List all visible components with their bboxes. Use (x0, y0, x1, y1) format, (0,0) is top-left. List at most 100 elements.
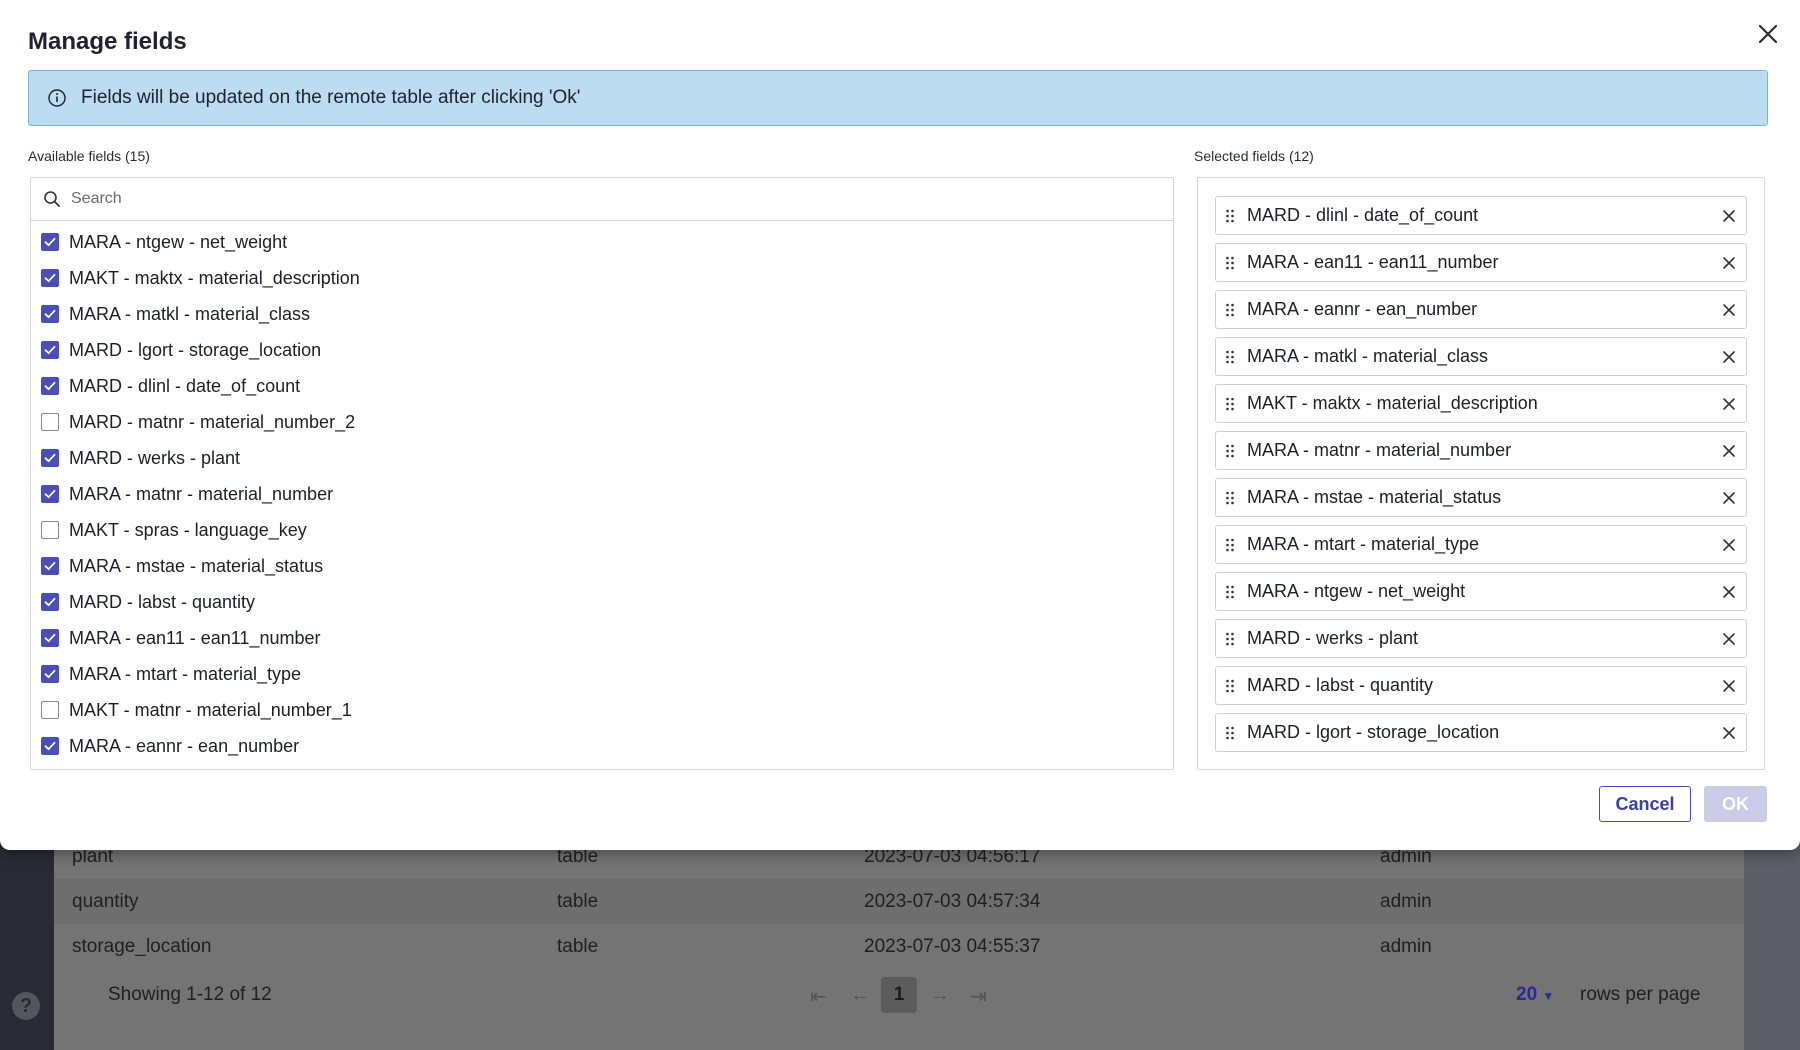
checkmark-icon (44, 381, 56, 391)
selected-field-chip[interactable]: MARD - labst - quantity (1215, 666, 1747, 705)
checkbox-checked[interactable] (41, 377, 59, 395)
available-field-item[interactable]: MARA - ean11 - ean11_number (31, 620, 1173, 656)
selected-field-chip[interactable]: MARA - matnr - material_number (1215, 431, 1747, 470)
checkbox-unchecked[interactable] (41, 701, 59, 719)
selected-field-chip[interactable]: MAKT - maktx - material_description (1215, 384, 1747, 423)
available-fields-list: MARA - ntgew - net_weight MAKT - maktx - … (31, 224, 1173, 764)
checkbox-checked[interactable] (41, 269, 59, 287)
current-page[interactable]: 1 (881, 977, 917, 1013)
prev-page-icon[interactable]: ← (850, 984, 870, 1007)
remove-icon[interactable] (1720, 207, 1738, 225)
available-field-item[interactable]: MARD - matnr - material_number_2 (31, 404, 1173, 440)
selected-fields-panel: MARD - dlinl - date_of_count MARA - ean11… (1197, 177, 1765, 770)
checkmark-icon (44, 237, 56, 247)
drag-handle-icon[interactable] (1225, 255, 1235, 271)
help-icon[interactable]: ? (12, 992, 40, 1020)
checkmark-icon (44, 273, 56, 283)
available-field-item[interactable]: MAKT - maktx - material_description (31, 260, 1173, 296)
rows-per-page-select[interactable]: 20 ▼ (1516, 984, 1554, 1006)
available-field-label: MARD - labst - quantity (69, 591, 256, 612)
checkmark-icon (44, 561, 56, 571)
ok-button[interactable]: OK (1704, 786, 1767, 822)
remove-icon[interactable] (1720, 724, 1738, 742)
available-field-label: MARD - werks - plant (69, 447, 241, 468)
selected-field-label: MARA - mstae - material_status (1247, 487, 1502, 507)
available-field-item[interactable]: MARD - werks - plant (31, 440, 1173, 476)
selected-field-chip[interactable]: MARA - mtart - material_type (1215, 525, 1747, 564)
checkbox-checked[interactable] (41, 737, 59, 755)
drag-handle-icon[interactable] (1225, 349, 1235, 365)
available-field-label: MARD - dlinl - date_of_count (69, 375, 301, 396)
available-field-item[interactable]: MARA - matkl - material_class (31, 296, 1173, 332)
selected-field-chip[interactable]: MARD - dlinl - date_of_count (1215, 196, 1747, 235)
close-icon[interactable] (1752, 18, 1784, 50)
available-field-item[interactable]: MARD - dlinl - date_of_count (31, 368, 1173, 404)
selected-field-chip[interactable]: MARA - ntgew - net_weight (1215, 572, 1747, 611)
selected-field-label: MARD - lgort - storage_location (1247, 722, 1500, 742)
remove-icon[interactable] (1720, 395, 1738, 413)
last-page-icon[interactable]: ⇥ (970, 984, 987, 1009)
selected-field-chip[interactable]: MARD - werks - plant (1215, 619, 1747, 658)
available-field-item[interactable]: MARA - matnr - material_number (31, 476, 1173, 512)
checkbox-unchecked[interactable] (41, 521, 59, 539)
available-fields-panel: MARA - ntgew - net_weight MAKT - maktx - … (30, 177, 1174, 770)
remove-icon[interactable] (1720, 677, 1738, 695)
drag-handle-icon[interactable] (1225, 537, 1235, 553)
remove-icon[interactable] (1720, 583, 1738, 601)
row-timestamp: 2023-07-03 04:55:37 (864, 935, 1041, 957)
checkbox-checked[interactable] (41, 557, 59, 575)
selected-field-label: MARA - ean11 - ean11_number (1247, 252, 1499, 272)
drag-handle-icon[interactable] (1225, 302, 1235, 318)
checkbox-checked[interactable] (41, 593, 59, 611)
drag-handle-icon[interactable] (1225, 631, 1235, 647)
selected-field-chip[interactable]: MARA - matkl - material_class (1215, 337, 1747, 376)
checkbox-checked[interactable] (41, 341, 59, 359)
checkbox-checked[interactable] (41, 629, 59, 647)
remove-icon[interactable] (1720, 254, 1738, 272)
first-page-icon[interactable]: ⇤ (810, 984, 827, 1009)
selected-field-label: MARD - labst - quantity (1247, 675, 1434, 695)
drag-handle-icon[interactable] (1225, 725, 1235, 741)
drag-handle-icon[interactable] (1225, 678, 1235, 694)
selected-fields-label: Selected fields (12) (1194, 148, 1314, 164)
drag-handle-icon[interactable] (1225, 396, 1235, 412)
selected-field-chip[interactable]: MARA - ean11 - ean11_number (1215, 243, 1747, 282)
checkbox-checked[interactable] (41, 449, 59, 467)
remove-icon[interactable] (1720, 348, 1738, 366)
drag-handle-icon[interactable] (1225, 443, 1235, 459)
available-field-item[interactable]: MARA - mtart - material_type (31, 656, 1173, 692)
next-page-icon[interactable]: → (930, 984, 950, 1007)
search-input[interactable] (71, 190, 1071, 208)
available-field-item[interactable]: MAKT - spras - language_key (31, 512, 1173, 548)
available-field-item[interactable]: MARA - eannr - ean_number (31, 728, 1173, 764)
selected-field-label: MAKT - maktx - material_description (1247, 393, 1538, 413)
remove-icon[interactable] (1720, 442, 1738, 460)
selected-field-chip[interactable]: MARD - lgort - storage_location (1215, 713, 1747, 752)
selected-field-chip[interactable]: MARA - eannr - ean_number (1215, 290, 1747, 329)
checkbox-unchecked[interactable] (41, 413, 59, 431)
remove-icon[interactable] (1720, 489, 1738, 507)
table-row: quantity table 2023-07-03 04:57:34 admin (54, 879, 1744, 924)
checkmark-icon (44, 633, 56, 643)
available-field-item[interactable]: MARD - labst - quantity (31, 584, 1173, 620)
remove-icon[interactable] (1720, 536, 1738, 554)
selected-field-chip[interactable]: MARA - mstae - material_status (1215, 478, 1747, 517)
checkbox-checked[interactable] (41, 305, 59, 323)
cancel-button[interactable]: Cancel (1599, 786, 1691, 822)
checkbox-checked[interactable] (41, 233, 59, 251)
available-field-item[interactable]: MAKT - matnr - material_number_1 (31, 692, 1173, 728)
selected-fields-list: MARD - dlinl - date_of_count MARA - ean11… (1215, 196, 1747, 760)
available-field-label: MARD - matnr - material_number_2 (69, 411, 356, 432)
available-field-label: MAKT - matnr - material_number_1 (69, 699, 352, 720)
drag-handle-icon[interactable] (1225, 584, 1235, 600)
available-field-item[interactable]: MARD - lgort - storage_location (31, 332, 1173, 368)
available-field-item[interactable]: MARA - ntgew - net_weight (31, 224, 1173, 260)
drag-handle-icon[interactable] (1225, 208, 1235, 224)
remove-icon[interactable] (1720, 630, 1738, 648)
checkbox-checked[interactable] (41, 485, 59, 503)
checkbox-checked[interactable] (41, 665, 59, 683)
available-field-item[interactable]: MARA - mstae - material_status (31, 548, 1173, 584)
row-user: admin (1380, 890, 1432, 912)
remove-icon[interactable] (1720, 301, 1738, 319)
drag-handle-icon[interactable] (1225, 490, 1235, 506)
